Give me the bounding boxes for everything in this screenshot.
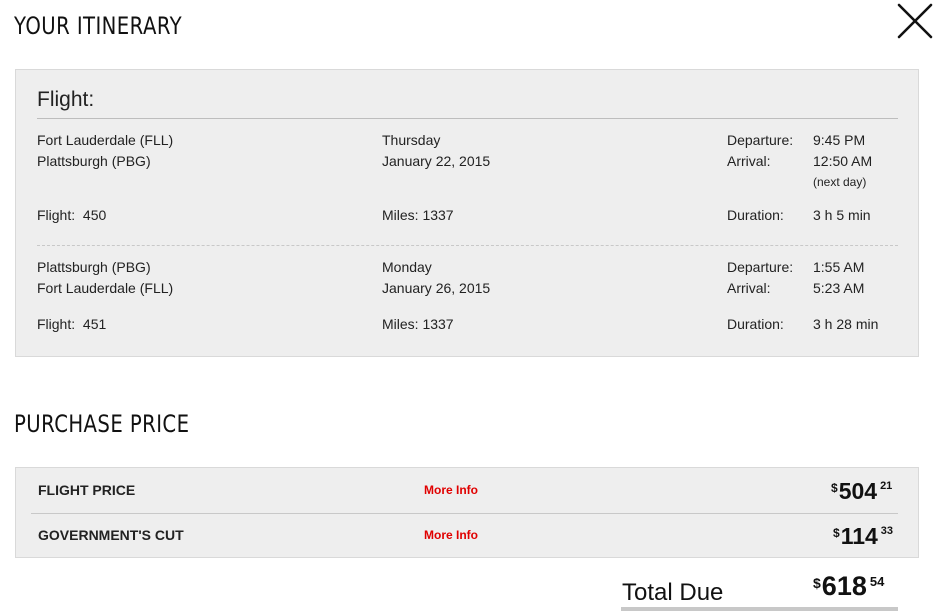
flight-panel: Flight: Fort Lauderdale (FLL) Plattsburg… [15,69,919,357]
government-cut-currency: $ [833,526,840,540]
leg2-duration: 3 h 28 min [813,316,879,332]
purchase-price-heading: PURCHASE PRICE [14,410,190,438]
flight-title-divider [37,118,898,119]
leg1-flight-info: Flight: 450 [37,207,106,223]
government-cut-label: GOVERNMENT'S CUT [38,527,184,543]
leg1-arrival-note: (next day) [813,175,867,189]
total-due-dollars: 618 [821,571,867,601]
government-cut-amount: $ 114 33 [833,523,893,549]
flight-price-more-info-link[interactable]: More Info [424,483,478,497]
government-cut-more-info-link[interactable]: More Info [424,528,478,542]
flight-price-dollars: 504 [838,478,878,504]
leg2-arrival-time: 5:23 AM [813,280,865,296]
leg1-departure-time: 9:45 PM [813,132,866,148]
government-cut-dollars: 114 [840,523,878,549]
leg1-duration: 3 h 5 min [813,207,871,223]
leg1-duration-label: Duration: [727,207,784,223]
flight-price-currency: $ [831,481,838,495]
leg2-duration-label: Duration: [727,316,784,332]
close-button[interactable] [897,3,933,39]
itinerary-heading: YOUR ITINERARY [14,12,183,40]
leg1-miles-info: Miles: 1337 [382,207,454,223]
leg2-date: January 26, 2015 [382,280,491,296]
flight-price-label: FLIGHT PRICE [38,482,136,498]
leg2-day: Monday [382,259,432,275]
total-due-amount: $ 618 54 [813,571,884,601]
total-due-cents: 54 [869,574,885,589]
price-row-divider [31,513,898,514]
leg1-departure-label: Departure: [727,132,794,148]
flight-price-cents: 21 [880,480,893,492]
leg1-destination: Plattsburgh (PBG) [37,153,151,169]
leg2-flight-info: Flight: 451 [37,316,106,332]
leg1-flight-number: 450 [82,207,107,223]
leg1-arrival-label: Arrival: [727,153,771,169]
leg2-departure-label: Departure: [727,259,794,275]
leg2-destination: Fort Lauderdale (FLL) [37,280,174,296]
itinerary-modal: YOUR ITINERARY Flight: Fort Lauderdale (… [0,0,938,613]
leg1-miles-label: Miles: [382,207,419,223]
leg2-departure-time: 1:55 AM [813,259,865,275]
leg1-flight-label: Flight: [37,207,76,223]
total-due-currency: $ [813,575,821,591]
leg2-flight-label: Flight: [37,316,76,332]
flight-section-title: Flight: [37,88,95,111]
leg2-origin: Plattsburgh (PBG) [37,259,151,275]
leg1-date: January 22, 2015 [382,153,491,169]
leg2-flight-number: 451 [82,316,107,332]
leg-divider [37,245,898,246]
leg2-arrival-label: Arrival: [727,280,771,296]
leg1-day: Thursday [382,132,441,148]
price-panel: FLIGHT PRICE More Info $ 504 21 GOVERNME… [15,467,919,558]
leg2-miles-info: Miles: 1337 [382,316,454,332]
leg2-miles: 1337 [422,316,454,332]
close-icon [897,3,933,39]
government-cut-cents: 33 [880,525,894,537]
flight-price-amount: $ 504 21 [831,478,892,504]
leg1-miles: 1337 [422,207,454,223]
total-due-underline [621,607,898,611]
leg2-miles-label: Miles: [382,316,419,332]
total-due-label: Total Due [622,579,724,606]
leg1-arrival-time: 12:50 AM [813,153,873,169]
leg1-origin: Fort Lauderdale (FLL) [37,132,174,148]
